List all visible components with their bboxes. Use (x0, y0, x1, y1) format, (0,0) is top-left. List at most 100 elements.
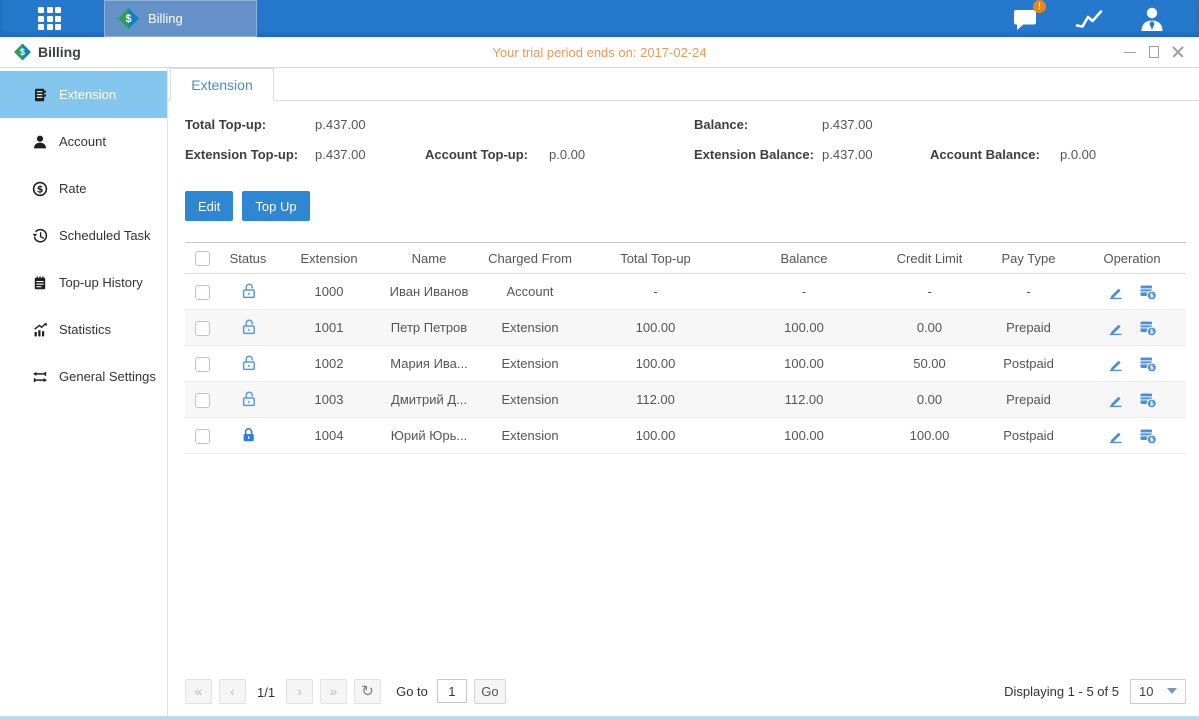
extension-icon (32, 87, 48, 103)
table-row: 1001 Петр Петров Extension 100.00 100.00… (185, 310, 1186, 346)
svg-text:$: $ (1150, 327, 1155, 335)
account-topup-value: p.0.00 (549, 147, 685, 162)
cell-pay-type: Prepaid (979, 382, 1078, 418)
prev-page-button[interactable]: ‹ (219, 679, 246, 704)
edit-icon[interactable] (1107, 427, 1124, 444)
col-operation: Operation (1078, 243, 1186, 274)
edit-icon[interactable] (1107, 283, 1124, 300)
row-checkbox[interactable] (195, 285, 210, 300)
sidebar-item-general-settings[interactable]: General Settings (0, 353, 167, 400)
edit-icon[interactable] (1107, 319, 1124, 336)
cell-credit-limit: - (880, 274, 979, 310)
edit-icon[interactable] (1107, 391, 1124, 408)
tab-extension[interactable]: Extension (170, 68, 274, 101)
unlocked-status-icon[interactable] (240, 390, 257, 407)
last-page-button[interactable]: » (320, 679, 347, 704)
cell-charged-from: Extension (477, 418, 583, 454)
top-up-button[interactable]: Top Up (242, 191, 309, 221)
row-checkbox[interactable] (195, 429, 210, 444)
account-topup-label: Account Top-up: (425, 147, 549, 162)
svg-text:$: $ (1150, 291, 1155, 299)
action-buttons: Edit Top Up (168, 180, 1199, 221)
messages-icon[interactable]: ! (1011, 4, 1041, 34)
taskbar-tab-billing[interactable]: $ Billing (104, 0, 257, 37)
cell-name: Иван Иванов (381, 274, 477, 310)
row-checkbox[interactable] (195, 357, 210, 372)
page-size-select[interactable]: 10 (1130, 679, 1186, 704)
cell-total-topup: 100.00 (583, 346, 728, 382)
total-topup-value: p.437.00 (315, 117, 425, 132)
table-row: 1000 Иван Иванов Account - - - - (185, 274, 1186, 310)
col-extension: Extension (277, 243, 381, 274)
topbar-right-icons: ! (1011, 0, 1199, 37)
cell-total-topup: 100.00 (583, 310, 728, 346)
billing-app-window: $ Billing ! (0, 0, 1199, 720)
unlocked-status-icon[interactable] (240, 354, 257, 371)
trial-notice: Your trial period ends on: 2017-02-24 (492, 45, 706, 60)
go-button[interactable]: Go (474, 679, 506, 704)
minimize-button[interactable] (1123, 45, 1137, 59)
locked-status-icon[interactable] (240, 426, 257, 443)
table-row: 1002 Мария Ива... Extension 100.00 100.0… (185, 346, 1186, 382)
sidebar-item-statistics[interactable]: Statistics (0, 306, 167, 353)
select-all-checkbox[interactable] (195, 251, 210, 266)
billing-window-icon: $ (14, 44, 31, 61)
cell-charged-from: Extension (477, 382, 583, 418)
row-checkbox[interactable] (195, 321, 210, 336)
sidebar-item-topup-history[interactable]: Top-up History (0, 259, 167, 306)
extension-topup-value: p.437.00 (315, 147, 425, 162)
topup-icon[interactable]: $ (1139, 427, 1157, 445)
close-button[interactable] (1171, 45, 1185, 59)
sidebar-item-rate[interactable]: $ Rate (0, 165, 167, 212)
apps-grid-icon[interactable] (38, 7, 62, 31)
window-bottom-border (0, 716, 1199, 720)
account-balance-value: p.0.00 (1060, 147, 1096, 162)
page-size-value: 10 (1139, 684, 1153, 699)
cell-name: Юрий Юрь... (381, 418, 477, 454)
sidebar-item-label: Account (59, 134, 106, 149)
col-total-topup: Total Top-up (583, 243, 728, 274)
cell-charged-from: Extension (477, 310, 583, 346)
row-checkbox[interactable] (195, 393, 210, 408)
table-header-row: Status Extension Name Charged From Total… (185, 243, 1186, 274)
svg-text:$: $ (1150, 399, 1155, 407)
col-status: Status (219, 243, 277, 274)
cell-total-topup: - (583, 274, 728, 310)
notification-badge: ! (1033, 0, 1046, 13)
activity-chart-icon[interactable] (1074, 4, 1104, 34)
extension-balance-label: Extension Balance: (694, 147, 822, 162)
edit-icon[interactable] (1107, 355, 1124, 372)
sidebar-item-account[interactable]: Account (0, 118, 167, 165)
cell-pay-type: Prepaid (979, 310, 1078, 346)
account-icon (32, 134, 48, 150)
cell-extension: 1001 (277, 310, 381, 346)
sidebar-item-extension[interactable]: Extension (0, 71, 167, 118)
cell-name: Дмитрий Д... (381, 382, 477, 418)
sidebar-item-label: Statistics (59, 322, 111, 337)
unlocked-status-icon[interactable] (240, 282, 257, 299)
col-pay-type: Pay Type (979, 243, 1078, 274)
topup-icon[interactable]: $ (1139, 319, 1157, 337)
topup-icon[interactable]: $ (1139, 283, 1157, 301)
refresh-button[interactable]: ↻ (354, 679, 381, 704)
user-icon[interactable] (1137, 4, 1167, 34)
first-page-button[interactable]: « (185, 679, 212, 704)
topup-icon[interactable]: $ (1139, 355, 1157, 373)
statistics-icon (32, 322, 48, 338)
sidebar-item-scheduled-task[interactable]: Scheduled Task (0, 212, 167, 259)
displaying-text: Displaying 1 - 5 of 5 (1004, 684, 1119, 699)
sidebar-item-label: General Settings (59, 369, 156, 384)
topup-icon[interactable]: $ (1139, 391, 1157, 409)
extension-balance-value: p.437.00 (822, 147, 930, 162)
maximize-button[interactable] (1147, 45, 1161, 59)
goto-page-input[interactable] (437, 679, 467, 703)
edit-button[interactable]: Edit (185, 191, 233, 221)
general-settings-icon (32, 369, 48, 385)
next-page-button[interactable]: › (286, 679, 313, 704)
unlocked-status-icon[interactable] (240, 318, 257, 335)
cell-pay-type: Postpaid (979, 418, 1078, 454)
cell-name: Петр Петров (381, 310, 477, 346)
cell-balance: 100.00 (728, 346, 880, 382)
cell-name: Мария Ива... (381, 346, 477, 382)
billing-app-icon: $ (118, 8, 139, 29)
